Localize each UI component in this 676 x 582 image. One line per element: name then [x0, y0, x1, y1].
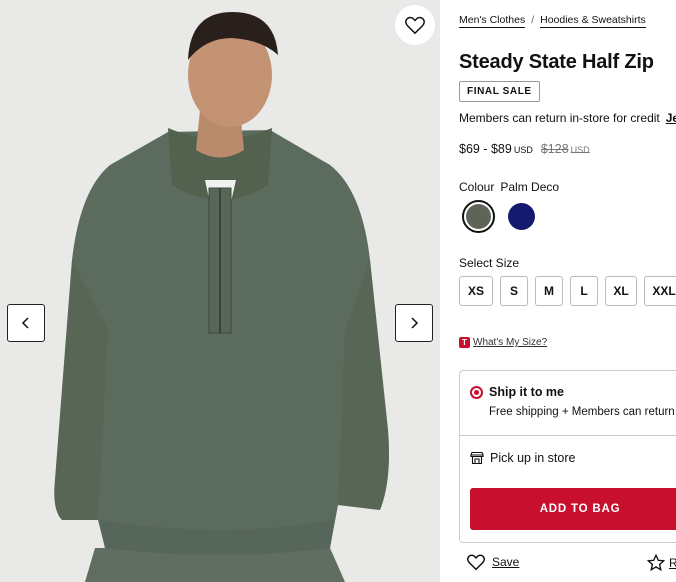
store-icon — [470, 451, 484, 465]
member-join-link[interactable]: Je — [666, 111, 676, 125]
colour-label: Colour — [459, 180, 495, 194]
product-photo — [0, 0, 440, 582]
pickup-label: Pick up in store — [490, 451, 576, 465]
product-image-gallery — [0, 0, 440, 582]
heart-icon — [466, 554, 486, 571]
size-button-xs[interactable]: XS — [459, 276, 493, 306]
star-icon — [647, 554, 665, 572]
member-note-text: Members can return in-store for credit — [459, 111, 660, 125]
chevron-left-icon — [21, 317, 29, 329]
sale-price: $69 - $89 — [459, 142, 512, 156]
final-sale-badge: FINAL SALE — [459, 81, 540, 102]
colour-selection-label: Colour Palm Deco — [459, 180, 559, 194]
pickup-option[interactable]: Pick up in store — [470, 451, 575, 465]
colour-swatches — [462, 200, 538, 233]
product-details: Men's Clothes / Hoodies & Sweatshirts Stea… — [459, 0, 676, 582]
sale-price-currency: USD — [513, 145, 533, 155]
next-image-button[interactable] — [395, 304, 433, 342]
swatch-fill — [508, 203, 535, 230]
size-button-xxl[interactable]: XXL — [644, 276, 676, 306]
size-options: XS S M L XL XXL — [459, 276, 676, 306]
original-price-currency: USD — [570, 145, 590, 155]
ship-subtitle: Free shipping + Members can return — [489, 406, 675, 418]
ship-title: Ship it to me — [489, 385, 564, 399]
fulfilment-options: Ship it to me Free shipping + Members ca… — [459, 370, 676, 543]
breadcrumb-link-mens-clothes[interactable]: Men's Clothes — [459, 14, 526, 28]
ship-radio-selected[interactable] — [470, 386, 483, 399]
breadcrumb-separator: / — [531, 14, 535, 26]
breadcrumb: Men's Clothes / Hoodies & Sweatshirts — [459, 14, 646, 28]
chevron-right-icon — [411, 317, 419, 329]
save-label: Save — [492, 555, 520, 569]
size-button-xl[interactable]: XL — [605, 276, 637, 306]
size-label: Select Size — [459, 256, 520, 270]
colour-swatch-navy[interactable] — [505, 200, 538, 233]
reviews-link[interactable]: R — [647, 554, 676, 572]
breadcrumb-link-hoodies[interactable]: Hoodies & Sweatshirts — [540, 14, 646, 28]
save-button[interactable]: Save — [466, 553, 519, 571]
product-title: Steady State Half Zip — [459, 51, 654, 73]
size-button-s[interactable]: S — [500, 276, 528, 306]
price: $69 - $89 USD $128 USD — [459, 142, 590, 156]
fit-tool-icon: T — [459, 337, 470, 348]
member-return-note: Members can return in-store for credit Je — [459, 111, 676, 125]
selected-colour-name: Palm Deco — [500, 180, 560, 194]
size-guide-text: What's My Size? — [473, 337, 548, 348]
original-price-value: $128 — [540, 142, 569, 156]
size-guide-link[interactable]: T What's My Size? — [459, 337, 547, 348]
add-to-bag-button[interactable]: ADD TO BAG — [470, 488, 676, 530]
original-price: $128 USD — [541, 142, 590, 156]
heart-icon — [405, 16, 425, 35]
swatch-fill — [466, 204, 491, 229]
size-button-l[interactable]: L — [570, 276, 598, 306]
size-button-m[interactable]: M — [535, 276, 563, 306]
colour-swatch-palm-deco[interactable] — [462, 200, 495, 233]
wishlist-button[interactable] — [395, 5, 435, 45]
previous-image-button[interactable] — [7, 304, 45, 342]
reviews-label: R — [669, 556, 676, 570]
divider — [460, 435, 676, 436]
